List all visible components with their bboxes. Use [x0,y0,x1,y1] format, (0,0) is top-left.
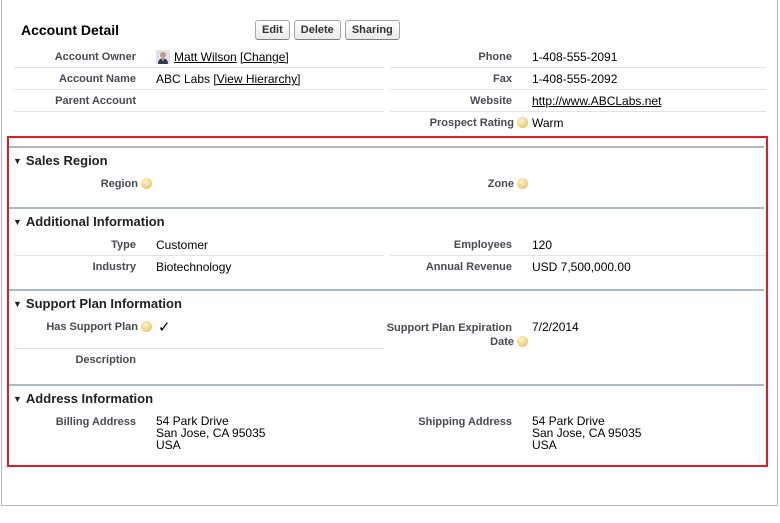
sharing-button[interactable]: Sharing [344,20,400,40]
has-support-plan-label-text: Has Support Plan [46,321,138,333]
has-support-plan-label: Has Support Plan [14,321,152,333]
zone-label-text: Zone [487,178,514,190]
section-header-sales-region[interactable]: ▼ Sales Region [9,146,764,168]
fax-label: Fax [493,73,512,85]
prospect-rating-label: Prospect Rating [390,117,528,129]
collapse-triangle-icon[interactable]: ▼ [13,156,22,166]
delete-button[interactable]: Delete [293,20,341,40]
type-value: Customer [156,238,209,252]
billing-address-value: 54 Park Drive San Jose, CA 95035 USA [156,415,265,451]
parent-account-label: Parent Account [55,95,136,107]
phone-value: 1-408-555-2091 [532,50,618,64]
account-owner-link[interactable]: Matt Wilson [174,50,237,64]
account-owner-value: Matt Wilson [Change] [156,50,289,64]
employees-value: 120 [532,238,553,252]
expiration-label-date: Date [490,336,514,348]
prospect-rating-value: Warm [532,116,564,130]
prospect-rating-label-text: Prospect Rating [429,117,514,129]
change-owner-link[interactable]: [Change] [240,50,289,64]
view-hierarchy-link[interactable]: [View Hierarchy] [213,72,300,86]
annual-revenue-label: Annual Revenue [425,261,512,273]
type-label: Type [111,239,136,251]
section-header-additional-information[interactable]: ▼ Additional Information [9,207,764,229]
industry-value: Biotechnology [156,260,232,274]
employees-label: Employees [453,239,512,251]
expiration-label-line: Support Plan Expiration [386,322,512,334]
address-line: USA [532,438,557,452]
account-name-value: ABC Labs [View Hierarchy] [156,72,301,86]
edit-button[interactable]: Edit [255,20,290,40]
collapse-triangle-icon[interactable]: ▼ [13,394,22,404]
section-title: Additional Information [25,214,165,229]
checkmark-icon: ✓ [158,319,171,336]
help-icon[interactable] [517,117,528,128]
address-line: USA [156,438,181,452]
collapse-triangle-icon[interactable]: ▼ [13,217,22,227]
account-name-label: Account Name [58,73,136,85]
annual-revenue-value: USD 7,500,000.00 [532,260,631,274]
shipping-address-label: Shipping Address [418,416,512,428]
help-icon[interactable] [141,178,152,189]
fax-value: 1-408-555-2092 [532,72,618,86]
section-header-support-plan-information[interactable]: ▼ Support Plan Information [9,289,764,311]
industry-label: Industry [92,261,136,273]
shipping-address-value: 54 Park Drive San Jose, CA 95035 USA [532,415,641,451]
description-label: Description [75,354,136,366]
help-icon[interactable] [517,178,528,189]
account-owner-label: Account Owner [54,51,136,63]
section-title: Sales Region [25,153,108,168]
region-label-text: Region [100,178,138,190]
help-icon[interactable] [517,336,528,347]
website-link[interactable]: http://www.ABCLabs.net [532,94,661,108]
page-title: Account Detail [21,22,120,38]
section-header-address-information[interactable]: ▼ Address Information [9,384,764,406]
expiration-label-line: Date [380,335,528,349]
zone-label: Zone [390,178,528,190]
account-name-text: ABC Labs [156,72,211,86]
billing-address-label: Billing Address [55,416,136,428]
region-label: Region [14,178,152,190]
support-plan-expiration-label: Support Plan Expiration Date [380,321,528,349]
user-avatar-icon [156,50,170,64]
support-plan-expiration-value: 7/2/2014 [532,320,579,334]
collapse-triangle-icon[interactable]: ▼ [13,299,22,309]
section-title: Address Information [25,391,154,406]
detail-toolbar: Edit Delete Sharing [255,20,400,40]
help-icon[interactable] [141,321,152,332]
phone-label: Phone [478,51,512,63]
section-title: Support Plan Information [25,296,182,311]
website-label: Website [470,95,512,107]
